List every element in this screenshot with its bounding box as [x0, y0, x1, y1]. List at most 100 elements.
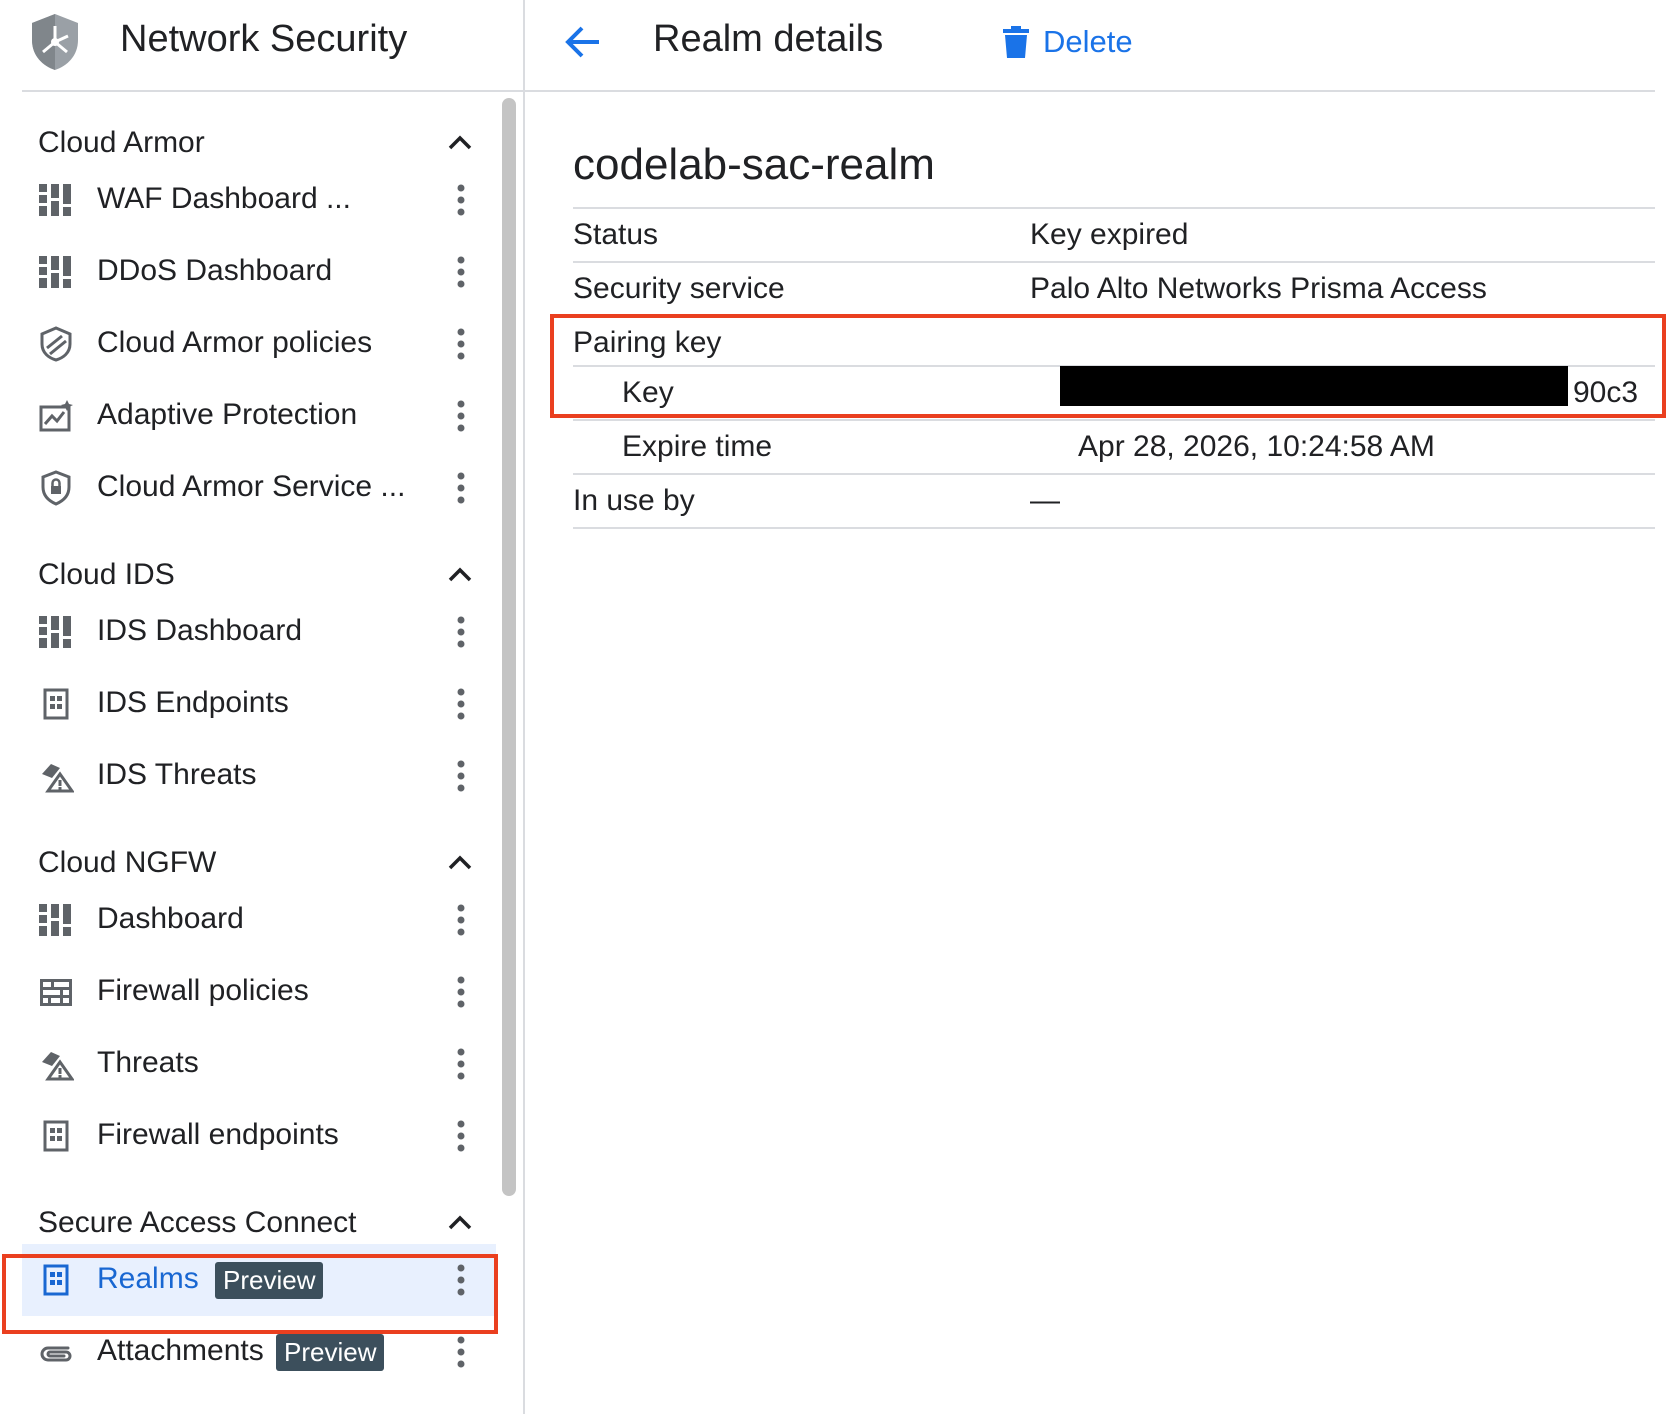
sidebar-item-label: DDoS Dashboard — [97, 254, 333, 287]
sidebar-item-label: IDS Endpoints — [97, 686, 289, 719]
chevron-up-icon[interactable] — [446, 852, 474, 872]
more-vert-icon[interactable] — [450, 614, 472, 650]
chevron-up-icon[interactable] — [446, 564, 474, 584]
sidebar-item-label: Threats — [97, 1046, 199, 1079]
more-vert-icon[interactable] — [450, 470, 472, 506]
divider — [573, 261, 1655, 263]
nav-section-header[interactable]: Cloud IDS — [0, 524, 496, 596]
chevron-up-icon[interactable] — [446, 1212, 474, 1232]
sidebar-item[interactable]: Attachments Preview — [0, 1316, 496, 1388]
security-service-value: Palo Alto Networks Prisma Access — [1030, 272, 1487, 305]
divider — [573, 315, 1655, 317]
dashboard-icon — [38, 182, 74, 218]
threat-icon — [38, 758, 75, 794]
sidebar-item-label: Firewall policies — [97, 974, 309, 1007]
sidebar-item[interactable]: Firewall policies — [0, 956, 496, 1028]
dashboard-icon — [38, 902, 74, 938]
more-vert-icon[interactable] — [450, 1118, 472, 1154]
more-vert-icon[interactable] — [450, 686, 472, 722]
divider — [573, 527, 1655, 529]
divider — [573, 473, 1655, 475]
paperclip-icon — [38, 1334, 74, 1370]
sidebar-item[interactable]: Threats — [0, 1028, 496, 1100]
delete-label: Delete — [1043, 24, 1133, 59]
sidebar-item-label: Attachments — [97, 1334, 264, 1367]
page-title: Realm details — [653, 18, 884, 60]
sidebar-item[interactable]: IDS Dashboard — [0, 596, 496, 668]
sidebar-scrollbar[interactable] — [502, 98, 516, 1196]
trash-icon — [1003, 26, 1029, 58]
sidebar-item[interactable]: WAF Dashboard ... — [0, 164, 496, 236]
sidebar-item[interactable]: Dashboard — [0, 884, 496, 956]
endpoint-icon — [38, 686, 74, 722]
status-label: Status — [573, 218, 659, 251]
more-vert-icon[interactable] — [450, 398, 472, 434]
security-service-label: Security service — [573, 272, 785, 305]
app-title: Network Security — [120, 18, 408, 60]
endpoint-icon — [38, 1118, 74, 1154]
sidebar-item-label: IDS Threats — [97, 758, 257, 791]
divider — [523, 0, 525, 1414]
shield-lock-icon — [38, 470, 74, 506]
nav-section-header[interactable]: Secure Access Connect — [0, 1172, 496, 1244]
nav-section-header[interactable]: Cloud Armor — [0, 92, 496, 164]
divider — [573, 207, 1655, 209]
key-label: Key — [622, 376, 674, 409]
sidebar-item-label: Dashboard — [97, 902, 244, 935]
shield-stripes-icon — [38, 326, 74, 362]
redacted-key-bar — [1060, 366, 1568, 406]
nav-section-title: Cloud Armor — [38, 126, 205, 159]
more-vert-icon[interactable] — [450, 326, 472, 362]
sidebar-item-label: Realms — [97, 1262, 199, 1295]
more-vert-icon[interactable] — [450, 1262, 472, 1298]
threat-icon — [38, 1046, 75, 1082]
sidebar-nav: Cloud Armor WAF Dashboard ... DDoS Dashboa… — [0, 92, 496, 1388]
expire-time-value: Apr 28, 2026, 10:24:58 AM — [1078, 430, 1435, 463]
more-vert-icon[interactable] — [450, 758, 472, 794]
sidebar-item[interactable]: IDS Threats — [0, 740, 496, 812]
sidebar-item-label: WAF Dashboard ... — [97, 182, 351, 215]
sidebar-item-label: Cloud Armor Service ... — [97, 470, 406, 503]
nav-section-title: Secure Access Connect — [38, 1206, 357, 1239]
sidebar-item-label: Cloud Armor policies — [97, 326, 373, 359]
sidebar-item[interactable]: Cloud Armor Service ... — [0, 452, 496, 524]
delete-button[interactable]: Delete — [1003, 22, 1133, 62]
more-vert-icon[interactable] — [450, 974, 472, 1010]
sidebar-item[interactable]: Adaptive Protection — [0, 380, 496, 452]
back-arrow-icon[interactable] — [563, 22, 603, 62]
resource-name: codelab-sac-realm — [573, 140, 935, 189]
expire-time-label: Expire time — [622, 430, 773, 463]
divider — [525, 90, 1655, 92]
sidebar-item[interactable]: DDoS Dashboard — [0, 236, 496, 308]
pairing-key-label: Pairing key — [573, 326, 722, 359]
endpoint-icon — [38, 1262, 74, 1298]
in-use-by-label: In use by — [573, 484, 695, 517]
preview-badge: Preview — [276, 1334, 385, 1371]
status-value: Key expired — [1030, 218, 1189, 251]
sidebar-item[interactable]: Realms Preview — [22, 1244, 496, 1316]
network-security-logo-icon — [32, 14, 78, 70]
sidebar: Network Security Cloud Armor WAF Dashboar… — [0, 0, 524, 1414]
more-vert-icon[interactable] — [450, 902, 472, 938]
more-vert-icon[interactable] — [450, 254, 472, 290]
sidebar-item-label: Firewall endpoints — [97, 1118, 339, 1151]
sidebar-item-label: IDS Dashboard — [97, 614, 303, 647]
more-vert-icon[interactable] — [450, 182, 472, 218]
key-suffix-value: 90c3 — [1573, 376, 1639, 409]
nav-section-header[interactable]: Cloud NGFW — [0, 812, 496, 884]
divider — [573, 419, 1655, 421]
nav-section-title: Cloud IDS — [38, 558, 175, 591]
preview-badge: Preview — [215, 1262, 324, 1299]
dashboard-icon — [38, 254, 74, 290]
sidebar-item[interactable]: Cloud Armor policies — [0, 308, 496, 380]
more-vert-icon[interactable] — [450, 1334, 472, 1370]
in-use-by-value: — — [1030, 484, 1060, 517]
dashboard-icon — [38, 614, 74, 650]
sidebar-item-label: Adaptive Protection — [97, 398, 358, 431]
chevron-up-icon[interactable] — [446, 132, 474, 152]
firewall-icon — [38, 974, 74, 1010]
sidebar-item[interactable]: IDS Endpoints — [0, 668, 496, 740]
nav-section-title: Cloud NGFW — [38, 846, 217, 879]
more-vert-icon[interactable] — [450, 1046, 472, 1082]
sidebar-item[interactable]: Firewall endpoints — [0, 1100, 496, 1172]
